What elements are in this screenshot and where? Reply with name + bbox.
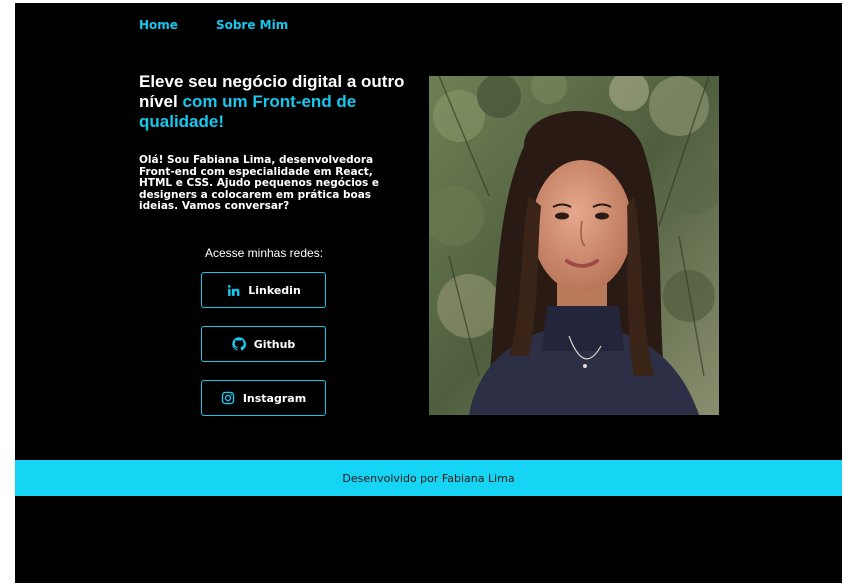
social-label: Acesse minhas redes: — [204, 246, 324, 260]
footer: Desenvolvido por Fabiana Lima — [15, 460, 842, 496]
page-container: Home Sobre Mim Eleve seu negócio digital… — [15, 3, 842, 583]
linkedin-icon — [226, 283, 240, 297]
hero-bio: Olá! Sou Fabiana Lima, desenvolvedora Fr… — [139, 154, 380, 212]
github-icon — [231, 337, 246, 351]
instagram-button[interactable]: Instagram — [201, 380, 326, 416]
nav-link-home[interactable]: Home — [139, 18, 178, 32]
profile-photo — [429, 76, 719, 415]
hero-headline: Eleve seu negócio digital a outro nível … — [139, 72, 414, 132]
github-button[interactable]: Github — [201, 326, 326, 362]
linkedin-label: Linkedin — [248, 283, 301, 297]
instagram-icon — [221, 391, 235, 405]
github-label: Github — [253, 337, 296, 351]
instagram-label: Instagram — [242, 391, 307, 405]
linkedin-button[interactable]: Linkedin — [201, 272, 326, 308]
top-nav: Home Sobre Mim — [139, 18, 288, 32]
footer-text: Desenvolvido por Fabiana Lima — [342, 471, 515, 485]
nav-link-sobre-mim[interactable]: Sobre Mim — [216, 18, 288, 32]
